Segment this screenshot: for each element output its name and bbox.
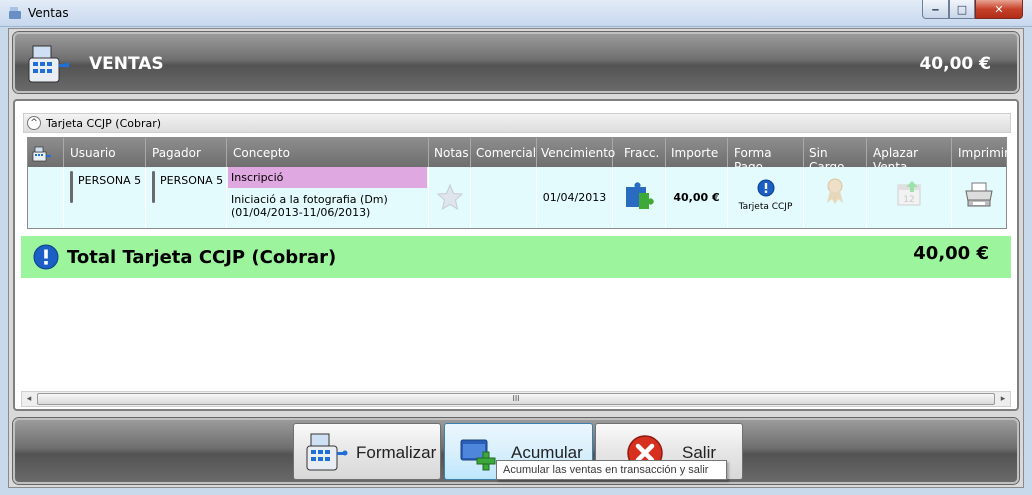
page-title: VENTAS [89, 54, 164, 74]
column-importe[interactable]: Importe [666, 138, 728, 167]
column-register [28, 138, 64, 167]
concepto-line-2: (01/04/2013-11/06/2013) [231, 206, 371, 219]
table-row[interactable]: PERSONA 5 PERSONA 5 Inscripció Iniciació… [28, 167, 1006, 228]
puzzle-icon[interactable] [623, 181, 655, 211]
usuario-cell: PERSONA 5 [64, 167, 146, 228]
award-ribbon-icon[interactable] [823, 177, 847, 205]
column-forma-pago[interactable]: Forma Pago [728, 138, 804, 174]
header-total-amount: 40,00 € [919, 54, 991, 74]
row-selector-cell [28, 167, 64, 228]
close-window-button[interactable]: ✕ [975, 0, 1023, 19]
svg-text:12: 12 [903, 195, 914, 205]
scroll-right-arrow-icon[interactable]: ▸ [996, 392, 1010, 406]
collapse-chevron-icon[interactable]: ^ [27, 116, 41, 130]
info-icon [33, 244, 59, 270]
pagador-marker [152, 171, 155, 203]
total-bar: Total Tarjeta CCJP (Cobrar) 40,00 € [21, 236, 1011, 278]
scroll-left-arrow-icon[interactable]: ◂ [22, 392, 36, 406]
column-usuario[interactable]: Usuario [64, 138, 146, 167]
concepto-description: Iniciació a la fotografia (Dm) (01/04/20… [231, 193, 388, 219]
aplazar-venta-cell[interactable]: 12 [867, 167, 952, 228]
group-label: Tarjeta CCJP (Cobrar) [46, 117, 162, 130]
column-fracc[interactable]: Fracc. [613, 138, 666, 167]
column-pagador[interactable]: Pagador [146, 138, 227, 167]
window-title: Ventas [28, 6, 69, 20]
column-sin-cargo[interactable]: Sin Cargo [804, 138, 867, 174]
minimize-button[interactable]: ‒ [922, 0, 949, 19]
usuario-value: PERSONA 5 [78, 174, 142, 187]
window-titlebar: Ventas ‒ □ ✕ [0, 0, 1032, 27]
total-label: Total Tarjeta CCJP (Cobrar) [67, 247, 337, 268]
info-icon[interactable] [757, 179, 775, 197]
pagador-cell: PERSONA 5 [146, 167, 227, 228]
concepto-tag: Inscripció [228, 167, 427, 188]
column-concepto[interactable]: Concepto [227, 138, 429, 167]
column-comercial[interactable]: Comercial [471, 138, 537, 167]
comercial-cell [471, 167, 537, 228]
fracc-cell[interactable] [613, 167, 666, 228]
formalizar-label: Formalizar [356, 443, 437, 462]
column-vencimiento[interactable]: Vencimiento [537, 138, 615, 167]
column-notas[interactable]: Notas [429, 138, 471, 167]
column-imprimir[interactable]: Imprimir [952, 138, 1009, 167]
importe-cell: 40,00 € [666, 167, 728, 228]
total-amount: 40,00 € [913, 243, 989, 264]
vencimiento-value: 01/04/2013 [542, 191, 607, 204]
vencimiento-cell: 01/04/2013 [537, 167, 613, 228]
cash-register-icon [28, 45, 69, 83]
concepto-cell: Inscripció Iniciació a la fotografia (Dm… [227, 167, 429, 228]
acumular-tooltip: Acumular las ventas en transacción y sal… [496, 460, 727, 480]
grid-header: Usuario Pagador Concepto Notas Comercial… [28, 138, 1009, 174]
usuario-marker [70, 171, 73, 203]
forma-pago-value: Tarjeta CCJP [738, 202, 793, 212]
sin-cargo-cell[interactable] [804, 167, 867, 228]
cash-register-icon [306, 433, 348, 471]
sales-header: VENTAS 40,00 € [13, 32, 1019, 93]
calendar-icon[interactable]: 12 [894, 179, 924, 209]
maximize-button[interactable]: □ [949, 0, 975, 19]
formalizar-button[interactable]: Formalizar [293, 423, 441, 480]
notas-cell[interactable] [429, 167, 471, 228]
importe-value: 40,00 € [673, 191, 720, 204]
printer-icon[interactable] [963, 181, 995, 209]
window-client: VENTAS 40,00 € ^ Tarjeta CCJP (Cobrar) U… [8, 28, 1024, 488]
cash-register-app-icon [9, 7, 21, 19]
horizontal-scrollbar[interactable]: ◂ III ▸ [21, 391, 1011, 407]
sales-panel: ^ Tarjeta CCJP (Cobrar) Usuario Pagador … [13, 99, 1019, 411]
imprimir-cell[interactable] [952, 167, 1006, 228]
forma-pago-cell[interactable]: Tarjeta CCJP [728, 167, 804, 228]
add-window-icon [460, 439, 496, 471]
star-icon[interactable] [436, 183, 464, 211]
cash-register-column-icon [32, 146, 51, 162]
group-header[interactable]: ^ Tarjeta CCJP (Cobrar) [23, 113, 1011, 133]
concepto-line-1: Iniciació a la fotografia (Dm) [231, 193, 388, 206]
scrollbar-thumb[interactable]: III [37, 393, 995, 405]
column-aplazar-venta[interactable]: Aplazar Venta [867, 138, 952, 174]
sales-grid: Usuario Pagador Concepto Notas Comercial… [27, 137, 1009, 229]
pagador-value: PERSONA 5 [160, 174, 224, 187]
